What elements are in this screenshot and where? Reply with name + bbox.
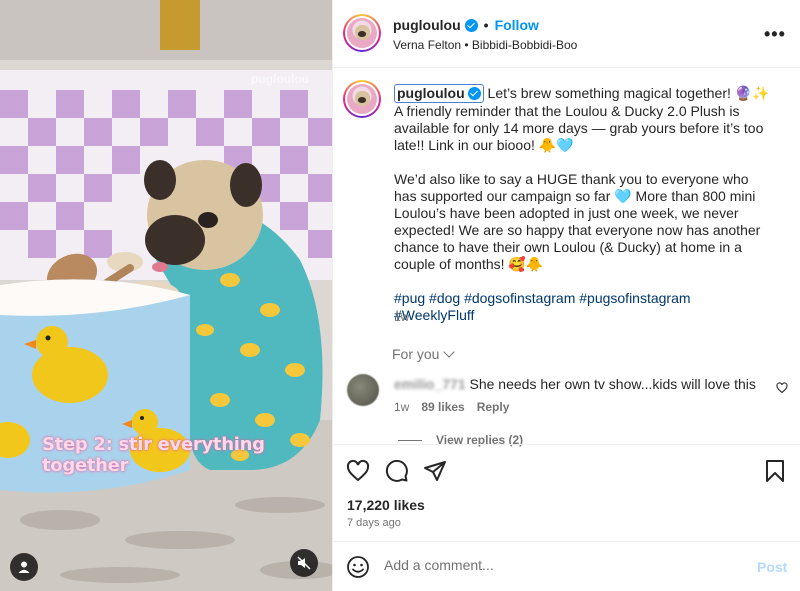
post-header — [332, 0, 800, 68]
mute-toggle-button[interactable] — [290, 549, 318, 577]
post-comment-button[interactable]: Post — [757, 559, 787, 575]
video-overlay-caption: Step 2: stir everything together — [42, 434, 265, 476]
replies-divider-line — [398, 439, 422, 441]
verified-badge-icon — [467, 87, 481, 100]
video-frame-illustration — [0, 0, 332, 591]
share-paper-plane-icon[interactable] — [423, 459, 447, 483]
caption-hashtags[interactable]: #pug #dog #dogsofinstagram #pugsofinstag… — [394, 290, 774, 324]
emoji-picker-icon[interactable] — [346, 555, 370, 579]
follow-button[interactable]: Follow — [495, 17, 539, 33]
caption-timestamp[interactable]: 1w — [394, 310, 409, 324]
comment-like-heart-icon[interactable] — [776, 382, 788, 394]
caption-username: pugloulou — [397, 85, 465, 101]
chevron-down-icon — [443, 346, 456, 358]
post-media-video[interactable]: pugloulou Step 2: stir everything togeth… — [0, 0, 332, 591]
comment-bubble-icon[interactable] — [385, 459, 409, 483]
for-you-label: For you — [392, 346, 440, 362]
comment-input[interactable] — [384, 557, 744, 573]
commenter-username[interactable]: emilio_771 — [394, 376, 466, 392]
more-options-icon[interactable]: ••• — [764, 24, 786, 45]
like-heart-icon[interactable] — [346, 459, 370, 483]
audio-track-link[interactable]: Verna Felton • Bibbidi-Bobbidi-Boo — [393, 38, 577, 52]
comment-likes[interactable]: 89 likes — [421, 400, 464, 414]
author-info: pugloulou • Follow — [393, 17, 539, 33]
comment-item: emilio_771 She needs her own tv show...k… — [394, 376, 756, 392]
likes-count[interactable]: 17,220 likes — [347, 497, 425, 513]
for-you-dropdown[interactable]: For you — [392, 346, 456, 362]
caption-username-link[interactable]: pugloulou — [394, 84, 484, 103]
comment-text: She needs her own tv show...kids will lo… — [469, 376, 756, 392]
author-username[interactable]: pugloulou — [393, 17, 461, 33]
post-date[interactable]: 7 days ago — [347, 517, 401, 529]
reply-button[interactable]: Reply — [477, 400, 510, 414]
comment-meta: 1w 89 likes Reply — [394, 400, 509, 414]
save-bookmark-icon[interactable] — [764, 459, 786, 483]
separator-dot: • — [483, 17, 489, 33]
post-actions-bar: 17,220 likes 7 days ago — [332, 444, 800, 540]
speaker-muted-icon — [297, 556, 311, 570]
post-dialog: pugloulou Step 2: stir everything togeth… — [0, 0, 800, 591]
user-tag-icon — [18, 561, 30, 573]
verified-badge-icon — [464, 18, 478, 32]
tagged-users-button[interactable] — [10, 553, 38, 581]
video-watermark: pugloulou — [251, 72, 309, 86]
comment-time[interactable]: 1w — [394, 400, 409, 414]
caption-paragraph-2: We’d also like to say a HUGE thank you t… — [394, 171, 761, 272]
post-caption: pugloulou Let’s brew something magical t… — [394, 84, 774, 324]
commenter-avatar[interactable] — [347, 374, 379, 406]
author-avatar[interactable] — [343, 14, 381, 52]
add-comment-bar: Post — [332, 541, 800, 591]
caption-author-avatar[interactable] — [343, 80, 381, 118]
